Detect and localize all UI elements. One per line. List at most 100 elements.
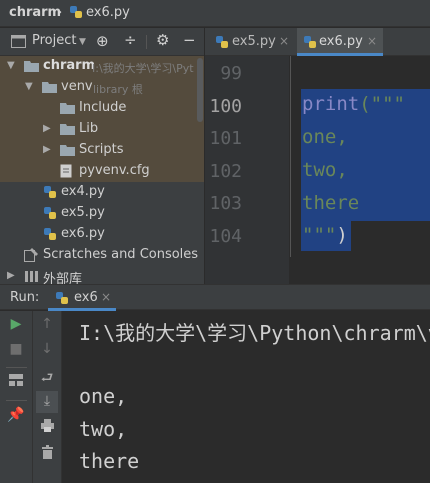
soft-wrap-icon[interactable]: ⮐ — [33, 367, 61, 391]
tree-item-lib[interactable]: ▶ Lib — [0, 119, 204, 140]
tree-root-path: I:\我的大学\学习\Pyt — [92, 62, 194, 75]
run-header: Run: ex6 × — [0, 285, 430, 311]
code-line-100: print(""" — [302, 93, 405, 115]
tree-external-label: 外部库 — [43, 272, 83, 284]
console-line: there — [79, 449, 140, 473]
tree-file-label: ex5.py — [61, 205, 105, 220]
toolbar-divider — [6, 400, 27, 401]
tree-item-pyvenv[interactable]: pyvenv.cfg — [0, 161, 204, 182]
tree-item-scratches[interactable]: Scratches and Consoles — [0, 245, 204, 266]
config-file-icon — [60, 164, 72, 182]
tab-label: ex6.py — [319, 34, 363, 49]
arrow-down-icon[interactable]: ↓ — [33, 341, 61, 357]
gear-icon[interactable]: ⚙ — [156, 31, 169, 49]
tree-file-label: ex6.py — [61, 226, 105, 241]
tree-file-label: pyvenv.cfg — [79, 163, 150, 178]
python-file-icon — [43, 227, 57, 245]
locate-file-icon[interactable]: ⊕ — [96, 32, 109, 50]
tree-item-root[interactable]: ▼ chrarm I:\我的大学\学习\Pyt — [0, 56, 204, 77]
breadcrumb-separator-icon: › — [57, 5, 63, 20]
code-line-102: two, — [302, 159, 348, 181]
editor-gutter: 99 100 101 102 103 104 — [205, 56, 289, 257]
expand-arrow-icon[interactable]: ▶ — [7, 270, 15, 281]
editor-tab-bar: ex5.py × ex6.py × — [205, 28, 430, 56]
code-line-101: one, — [302, 126, 348, 148]
code-line-104: """) — [302, 224, 348, 246]
rerun-icon[interactable]: ▶ — [0, 316, 32, 332]
close-icon[interactable]: × — [279, 34, 289, 48]
run-title: Run: — [10, 290, 40, 305]
collapse-all-icon[interactable]: ÷ — [124, 31, 137, 49]
run-tab-ex6[interactable]: ex6 × — [48, 285, 116, 311]
tree-item-scripts[interactable]: ▶ Scripts — [0, 140, 204, 161]
code-string-open: (""" — [359, 93, 405, 115]
project-toolbar: Project ▼ ⊕ ÷ ⚙ − — [0, 28, 204, 56]
line-number: 101 — [209, 128, 242, 149]
python-file-icon — [43, 185, 57, 203]
line-number: 104 — [209, 226, 242, 247]
line-number: 103 — [209, 193, 242, 214]
expand-arrow-icon[interactable]: ▼ — [7, 60, 15, 71]
tree-folder-label: Include — [79, 100, 127, 115]
python-file-icon — [43, 206, 57, 224]
tree-item-ex5[interactable]: ex5.py — [0, 203, 204, 224]
python-file-icon — [215, 35, 229, 53]
close-icon[interactable]: × — [101, 290, 111, 304]
tab-ex5[interactable]: ex5.py × — [205, 28, 295, 56]
run-toolbar-primary: ▶ ■ 📌 — [0, 311, 33, 483]
run-console[interactable]: I:\我的大学\学习\Python\chrarm\v one, two, the… — [62, 311, 430, 483]
collapse-arrow-icon[interactable]: ▶ — [43, 123, 51, 134]
folder-icon — [24, 59, 39, 76]
tree-item-venv[interactable]: ▼ venv library 根 — [0, 77, 204, 98]
tree-file-label: ex4.py — [61, 184, 105, 199]
scroll-to-end-icon: ⤓ — [43, 393, 51, 409]
tree-root-name: chrarm — [43, 58, 96, 73]
tree-item-ex6[interactable]: ex6.py — [0, 224, 204, 245]
project-tree: ▼ chrarm I:\我的大学\学习\Pyt ▼ venv library 根… — [0, 56, 204, 284]
stop-icon[interactable]: ■ — [0, 341, 32, 357]
run-toolbar-secondary: ↑ ↓ ⮐ ⤓ — [33, 311, 62, 483]
code-keyword-print: print — [302, 93, 360, 115]
tab-ex6[interactable]: ex6.py × — [297, 28, 383, 56]
expand-arrow-icon[interactable]: ▼ — [25, 81, 33, 92]
tree-item-ex4[interactable]: ex4.py — [0, 182, 204, 203]
breadcrumb-file[interactable]: ex6.py — [86, 5, 130, 20]
tree-item-include[interactable]: Include — [0, 98, 204, 119]
python-file-icon — [69, 5, 83, 23]
folder-icon — [60, 122, 75, 139]
code-editor[interactable]: print(""" one, two, there """) — [291, 56, 430, 257]
collapse-arrow-icon[interactable]: ▶ — [43, 144, 51, 155]
editor-gutter-tail — [205, 257, 289, 284]
editor-scroll-area — [205, 257, 430, 284]
tab-label: ex5.py — [232, 34, 276, 49]
toolbar-divider — [6, 367, 27, 368]
library-icon — [24, 269, 39, 284]
code-line-103: there — [302, 192, 360, 214]
folder-icon — [60, 143, 75, 160]
tree-venv-note: library 根 — [93, 83, 143, 96]
restore-layout-icon[interactable] — [0, 374, 32, 390]
tree-venv-name: venv — [61, 79, 93, 94]
close-icon[interactable]: × — [367, 34, 377, 48]
tree-item-external[interactable]: ▶ 外部库 — [0, 266, 204, 284]
trash-icon[interactable] — [33, 445, 61, 463]
tree-scrollbar[interactable] — [197, 58, 203, 122]
run-tab-label: ex6 — [74, 290, 98, 305]
console-line: one, — [79, 384, 128, 408]
chevron-down-icon[interactable]: ▼ — [79, 37, 86, 47]
folder-icon — [60, 101, 75, 118]
breadcrumb-project[interactable]: chrarm — [9, 5, 61, 20]
code-close-paren: ) — [336, 224, 348, 246]
line-number: 100 — [209, 96, 242, 117]
pin-icon[interactable]: 📌 — [0, 407, 32, 423]
project-view-selector[interactable]: Project — [32, 33, 76, 48]
tree-folder-label: Scripts — [79, 142, 124, 157]
print-icon[interactable] — [33, 419, 61, 436]
toolbar-divider — [146, 35, 147, 49]
arrow-up-icon[interactable]: ↑ — [33, 316, 61, 332]
tree-folder-label: Lib — [79, 121, 99, 136]
python-file-icon — [55, 290, 69, 309]
line-number: 102 — [209, 161, 242, 182]
scratches-icon — [24, 248, 39, 266]
hide-icon[interactable]: − — [183, 31, 196, 49]
